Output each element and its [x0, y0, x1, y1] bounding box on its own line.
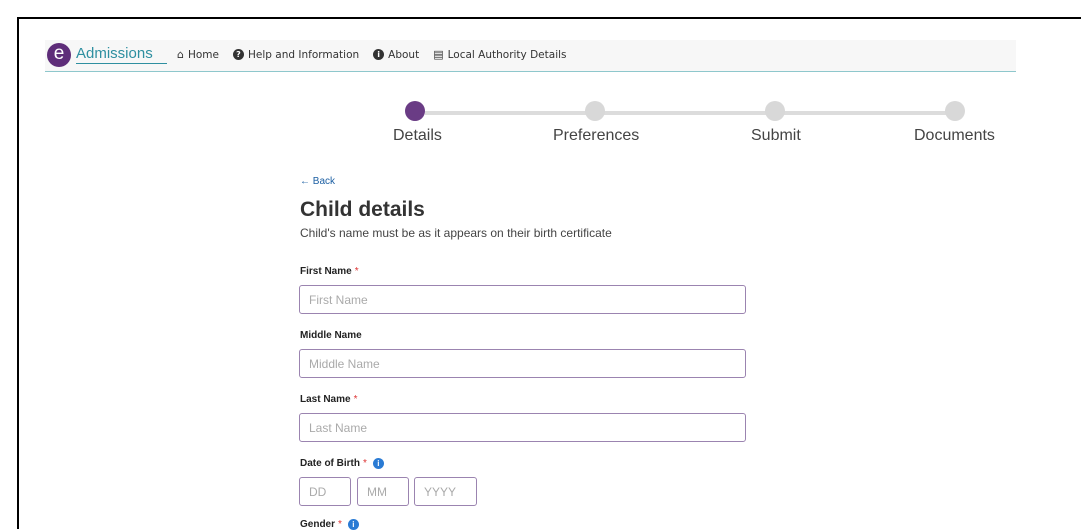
nav-local-authority[interactable]: ▤ Local Authority Details — [433, 48, 566, 61]
window-frame — [17, 17, 1081, 529]
nav-about[interactable]: i About — [373, 48, 419, 61]
required-marker: * — [363, 458, 367, 469]
nav-local-authority-label: Local Authority Details — [447, 48, 567, 61]
back-link[interactable]: ← Back — [300, 176, 335, 187]
step-label-details: Details — [393, 127, 442, 144]
middle-name-label: Middle Name — [300, 330, 362, 341]
first-name-input[interactable] — [299, 285, 746, 314]
brand-link[interactable]: Admissions — [76, 45, 167, 64]
dob-month-input[interactable] — [357, 477, 409, 506]
help-icon: ? — [233, 49, 244, 60]
info-icon: i — [373, 49, 385, 60]
step-label-preferences: Preferences — [553, 127, 640, 144]
last-name-input[interactable] — [299, 413, 746, 442]
first-name-label: First Name * — [300, 266, 359, 277]
back-label: Back — [312, 176, 336, 187]
nav-home-label: Home — [187, 48, 219, 61]
nav-help[interactable]: ? Help and Information — [233, 48, 359, 61]
required-marker: * — [338, 519, 342, 530]
step-dot-details[interactable] — [405, 101, 425, 121]
step-dot-submit[interactable] — [765, 101, 785, 121]
dob-day-input[interactable] — [299, 477, 351, 506]
step-label-submit: Submit — [751, 127, 801, 144]
gender-label-text: Gender — [300, 519, 336, 530]
step-label-documents: Documents — [914, 127, 995, 144]
step-dot-preferences[interactable] — [585, 101, 605, 121]
required-marker: * — [353, 394, 358, 405]
building-icon: ▤ — [433, 48, 444, 61]
nav-links: ⌂ Home ? Help and Information i About ▤ … — [177, 48, 567, 61]
last-name-label-text: Last Name — [300, 394, 351, 405]
required-marker: * — [354, 266, 359, 277]
stepper-track — [425, 111, 950, 115]
dob-label: Date of Birth * i — [300, 458, 384, 469]
dob-year-input[interactable] — [414, 477, 477, 506]
page-subtitle: Child's name must be as it appears on th… — [300, 226, 612, 240]
middle-name-label-text: Middle Name — [300, 330, 362, 341]
first-name-label-text: First Name — [300, 266, 352, 277]
last-name-label: Last Name * — [300, 394, 357, 405]
nav-help-label: Help and Information — [248, 48, 360, 61]
nav-home[interactable]: ⌂ Home — [177, 48, 219, 61]
dob-info-icon[interactable]: i — [372, 458, 384, 469]
dob-label-text: Date of Birth — [300, 458, 360, 469]
logo-icon[interactable]: e — [47, 43, 71, 67]
gender-label: Gender * i — [300, 519, 359, 530]
step-dot-documents[interactable] — [945, 101, 965, 121]
page-title: Child details — [300, 198, 425, 221]
middle-name-input[interactable] — [299, 349, 746, 378]
nav-about-label: About — [388, 48, 420, 61]
arrow-left-icon: ← — [300, 176, 310, 187]
home-icon: ⌂ — [177, 48, 184, 61]
top-navbar: e Admissions ⌂ Home ? Help and Informati… — [45, 40, 1016, 72]
gender-info-icon[interactable]: i — [347, 519, 359, 530]
